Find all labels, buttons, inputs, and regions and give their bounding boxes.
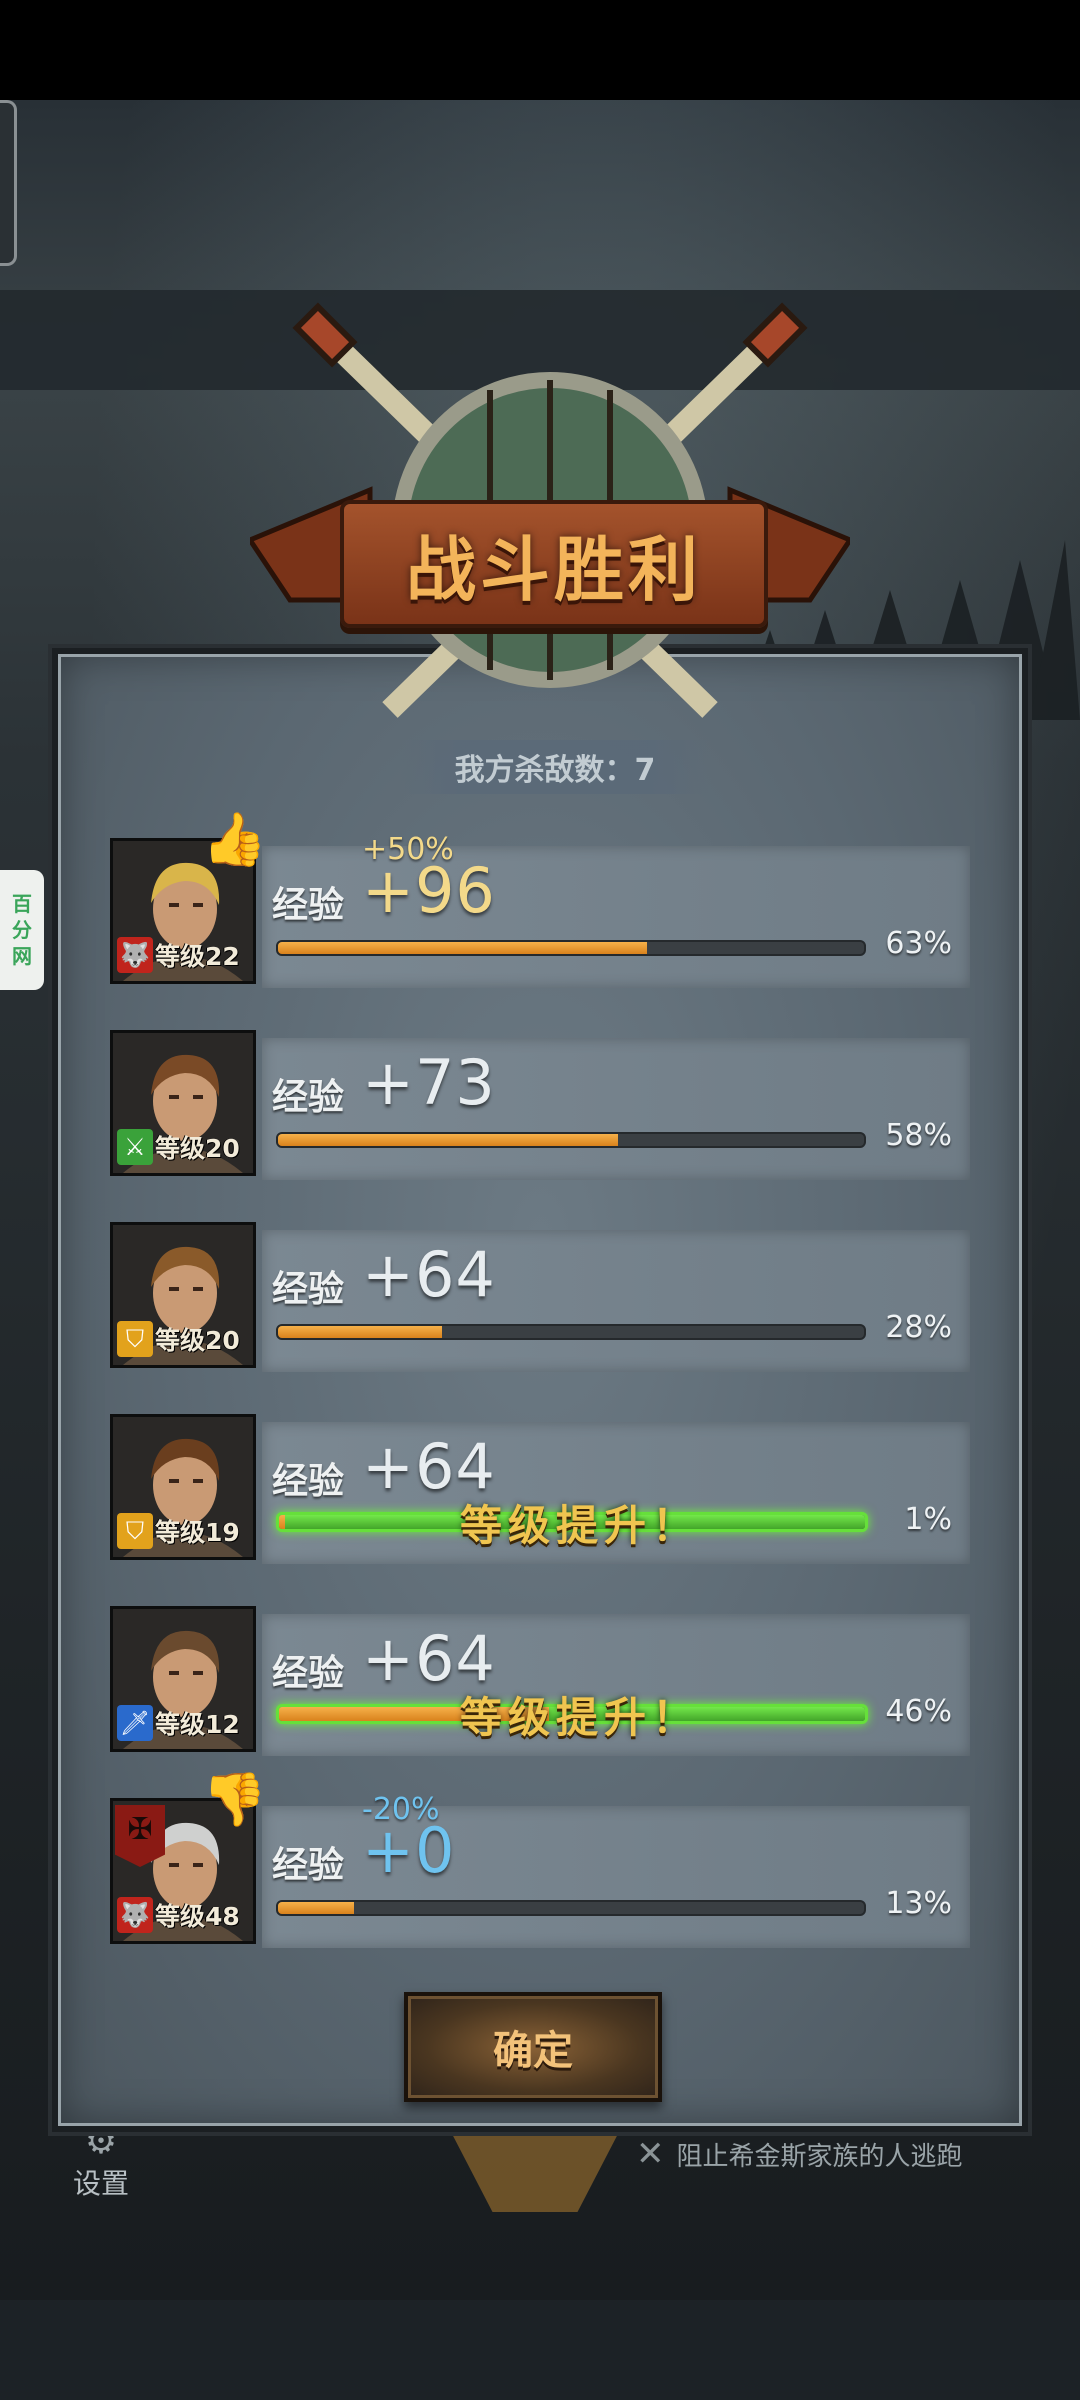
objective-label: 阻止希金斯家族的人逃跑 bbox=[676, 2141, 963, 2172]
exp-value: +73 bbox=[362, 1046, 496, 1119]
hero-row: 🐺 等级22 👍 +50% 经验 +96 63% bbox=[110, 810, 970, 988]
exp-progress-fill bbox=[278, 1902, 355, 1914]
hero-portrait[interactable]: ⚔ 等级20 bbox=[110, 1030, 256, 1176]
hero-row: ⚔ 等级20 经验 +73 58% bbox=[110, 1030, 970, 1180]
exp-progress-bar bbox=[276, 1900, 866, 1916]
kill-count: 我方杀敌数：7 bbox=[400, 740, 710, 794]
exp-progress-fill bbox=[278, 1326, 443, 1338]
exp-percent: 63% bbox=[885, 926, 952, 961]
shield-icon: ⛉ bbox=[117, 1513, 153, 1549]
exp-progress-fill bbox=[278, 942, 648, 954]
hero-level: 等级19 bbox=[155, 1518, 240, 1547]
exp-label: 经验 bbox=[272, 1269, 345, 1310]
sword-icon: 🗡 bbox=[117, 1705, 153, 1741]
wolf-icon: 🐺 bbox=[117, 937, 153, 973]
hero-portrait[interactable]: 🗡 等级12 bbox=[110, 1606, 256, 1752]
crossed-swords-icon: ⚔ bbox=[117, 1129, 153, 1165]
side-badge[interactable]: 百 分 网 bbox=[0, 870, 44, 990]
objective-text: ✕ 阻止希金斯家族的人逃跑 bbox=[636, 2134, 963, 2174]
exp-percent: 13% bbox=[885, 1886, 952, 1921]
faction-banner-icon: ✠ bbox=[115, 1805, 165, 1867]
back-button[interactable] bbox=[0, 100, 17, 266]
hero-level: 等级20 bbox=[155, 1326, 240, 1355]
thumbs-up-icon: 👍 bbox=[202, 810, 267, 870]
thumbs-down-icon: 👎 bbox=[202, 1770, 267, 1830]
side-badge-char-1: 百 bbox=[12, 892, 32, 916]
exp-label: 经验 bbox=[272, 885, 345, 926]
hero-level: 等级22 bbox=[155, 942, 240, 971]
exp-percent: 58% bbox=[885, 1118, 952, 1153]
exp-progress-fill bbox=[278, 1134, 618, 1146]
exp-progress-bar bbox=[276, 1324, 866, 1340]
page-title: 战斗胜利 bbox=[406, 527, 702, 611]
hero-row: 🗡 等级12 经验 +64 等级提升！ 46% bbox=[110, 1606, 970, 1756]
exp-value: +96 bbox=[362, 854, 496, 927]
hero-level: 等级20 bbox=[155, 1134, 240, 1163]
title-banner: 战斗胜利 bbox=[340, 500, 768, 628]
settings-label: 设置 bbox=[72, 2167, 129, 2200]
exp-progress-bar bbox=[276, 1132, 866, 1148]
hero-row: ⛉ 等级20 经验 +64 28% bbox=[110, 1222, 970, 1372]
hero-level: 等级12 bbox=[155, 1710, 240, 1739]
crossed-swords-icon: ✕ bbox=[636, 2134, 665, 2174]
hero-level: 等级48 bbox=[155, 1902, 240, 1931]
exp-value: +0 bbox=[362, 1814, 456, 1887]
exp-percent: 1% bbox=[904, 1502, 952, 1537]
exp-label: 经验 bbox=[272, 1653, 345, 1694]
level-up-label: 等级提升！ bbox=[460, 1693, 701, 1742]
exp-label: 经验 bbox=[272, 1845, 345, 1886]
side-badge-char-2: 分 bbox=[12, 918, 32, 942]
exp-label: 经验 bbox=[272, 1077, 345, 1118]
exp-percent: 46% bbox=[885, 1694, 952, 1729]
hero-row: ⛉ 等级19 经验 +64 等级提升！ 1% bbox=[110, 1414, 970, 1564]
exp-value: +64 bbox=[362, 1238, 496, 1311]
wolf-icon: 🐺 bbox=[117, 1897, 153, 1933]
exp-progress-overflow bbox=[279, 1515, 285, 1529]
hero-portrait[interactable]: ⛉ 等级19 bbox=[110, 1414, 256, 1560]
shield-icon: ⛉ bbox=[117, 1321, 153, 1357]
exp-progress-bar bbox=[276, 940, 866, 956]
status-bar bbox=[0, 0, 1080, 100]
side-badge-char-3: 网 bbox=[12, 944, 32, 968]
hero-row: ✠ 🐺 等级48 👎 -20% 经验 +0 13% bbox=[110, 1770, 970, 1948]
confirm-button[interactable]: 确定 bbox=[404, 1992, 662, 2102]
level-up-label: 等级提升！ bbox=[460, 1501, 701, 1550]
exp-percent: 28% bbox=[885, 1310, 952, 1345]
exp-label: 经验 bbox=[272, 1461, 345, 1502]
hero-portrait[interactable]: ⛉ 等级20 bbox=[110, 1222, 256, 1368]
